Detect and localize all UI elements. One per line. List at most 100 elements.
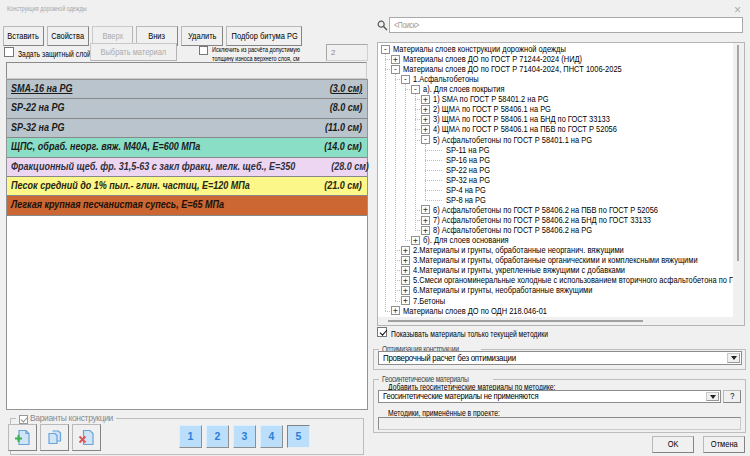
variant-button-2[interactable]: 2 [206, 425, 229, 448]
tree-item[interactable]: SP-8 на PG [446, 196, 486, 205]
tree-item[interactable]: Материалы слоев ДО по ГОСТ Р 71244-2024 … [403, 55, 582, 64]
tree-connector-stub [425, 190, 442, 191]
collapse-icon[interactable]: - [411, 85, 420, 94]
search-icon [377, 20, 388, 31]
show-current-methods-checkbox[interactable] [377, 327, 387, 337]
layer-thickness: (11.0 см) [325, 119, 362, 137]
tree-item[interactable]: 5.Смеси органоминеральные холодные с исп… [413, 276, 745, 285]
add-variant-button[interactable] [8, 424, 37, 451]
tree-item[interactable]: 5) Асфальтобетоны по ГОСТ Р 58401.1 на P… [433, 136, 592, 145]
variant-button-5[interactable]: 5 [287, 425, 310, 448]
geo-dropdown-icon[interactable] [706, 392, 719, 401]
layer-name: SP-32 на PG [11, 119, 64, 137]
collapse-icon[interactable]: - [391, 65, 400, 74]
tree-item[interactable]: 7) Асфальтобетоны по ГОСТ Р 58406.2 на Б… [433, 216, 651, 225]
layer-row[interactable]: ЩПС, обраб. неорг. вяж. М40А, Е=600 МПа(… [7, 138, 367, 157]
tree-item[interactable]: 2) ЩМА по ГОСТ Р 58406.1 на PG [433, 105, 551, 114]
variant-button-3[interactable]: 3 [233, 425, 256, 448]
tree-item[interactable]: 1.Асфальтобетоны [413, 75, 479, 84]
collapse-icon[interactable]: - [421, 135, 430, 144]
tree-item[interactable]: а). Для слоев покрытия [423, 85, 505, 94]
tree-connector-line [395, 74, 396, 301]
tree-item[interactable]: SP-11 на PG [446, 146, 489, 155]
tree-connector-stub [395, 79, 400, 80]
layer-row[interactable]: Песок средний до 1% пыл.- глин. частиц, … [7, 177, 367, 196]
expand-icon[interactable]: + [401, 296, 410, 305]
expand-icon[interactable]: + [391, 55, 400, 64]
expand-icon[interactable]: + [401, 286, 410, 295]
expand-icon[interactable]: + [421, 216, 430, 225]
expand-icon[interactable]: + [401, 246, 410, 255]
expand-icon[interactable]: + [421, 205, 430, 214]
layer-row[interactable]: Легкая крупная песчанистая супесь, Е=65 … [7, 196, 367, 215]
close-icon[interactable]: × [734, 3, 741, 17]
layer-name: Песок средний до 1% пыл.- глин. частиц, … [11, 177, 250, 195]
delete-variant-button[interactable] [72, 424, 101, 451]
variants-checkbox[interactable] [19, 415, 28, 424]
tree-item[interactable]: 6) Асфальтобетоны по ГОСТ Р 58406.2 на П… [433, 206, 658, 215]
expand-icon[interactable]: + [421, 95, 430, 104]
expand-icon[interactable]: + [421, 226, 430, 235]
tree-item[interactable]: SP-4 на PG [446, 186, 486, 195]
search-input[interactable]: <Поиск> [389, 17, 743, 33]
expand-icon[interactable]: + [401, 256, 410, 265]
optimization-dropdown-icon[interactable] [727, 353, 740, 363]
tree-hscrollbar[interactable] [378, 317, 733, 325]
collapse-icon[interactable]: - [381, 45, 390, 54]
tree-item[interactable]: 1) SMA по ГОСТ Р 58401.2 на PG [433, 95, 549, 104]
tree-item[interactable]: 4) ЩМА по ГОСТ Р 58406.1 на ПБВ по ГОСТ … [433, 125, 617, 134]
geo-methods-field[interactable] [378, 417, 741, 430]
select-material-button[interactable]: Выбрать материал [90, 43, 177, 61]
tree-item[interactable]: 4.Материалы и грунты, укрепленные вяжущи… [413, 266, 625, 275]
tree-connector-stub [415, 140, 420, 141]
variant-button-1[interactable]: 1 [179, 425, 202, 448]
copy-variant-button[interactable] [40, 424, 69, 451]
toolbar-button-2[interactable]: Свойства [47, 26, 89, 46]
expand-icon[interactable]: + [421, 105, 430, 114]
expand-icon[interactable]: + [401, 276, 410, 285]
expand-icon[interactable]: + [421, 115, 430, 124]
geo-help-button[interactable]: ? [723, 390, 741, 403]
layer-row[interactable]: SP-22 на PG(8.0 см) [7, 99, 367, 118]
tree-item[interactable]: SP-32 на PG [446, 176, 490, 185]
tree-item[interactable]: 8) Асфальтобетоны по ГОСТ Р 58406.2 на P… [433, 226, 592, 235]
tree-item[interactable]: 3) ЩМА по ГОСТ Р 58406.1 на БНД по ГОСТ … [433, 115, 610, 124]
toolbar-button-6[interactable]: Подбор битума PG [226, 26, 302, 46]
layer-row[interactable]: SMA-16 на PG(3.0 см) [7, 80, 367, 99]
layer-row[interactable]: SP-32 на PG (11.0 см) [7, 119, 367, 138]
tree-item[interactable]: 6.Материалы и грунты, необработанные вяж… [413, 286, 592, 295]
expand-icon[interactable]: + [411, 236, 420, 245]
tree-item[interactable]: Материалы слоев ДО по ГОСТ Р 71404-2024,… [403, 65, 622, 74]
expand-icon[interactable]: + [421, 125, 430, 134]
variant-button-4[interactable]: 4 [260, 425, 283, 448]
exclude-wear-checkbox[interactable] [199, 46, 208, 55]
materials-tree: -Материалы слоев конструкции дорожной од… [377, 42, 745, 326]
layer-row[interactable]: Фракционный щеб. фр. 31,5-63 с закл фрак… [7, 158, 367, 177]
tree-connector-stub [395, 280, 400, 281]
toolbar-button-5[interactable]: Удалить [181, 26, 223, 46]
tree-item[interactable]: 2.Материалы и грунты, обработанные неорг… [413, 246, 624, 255]
layer-thickness: (3.0 см) [329, 80, 362, 98]
toolbar-button-1[interactable]: Вставить [3, 26, 44, 46]
tree-item[interactable]: 3.Материалы и грунты, обработанные орган… [413, 256, 698, 265]
ok-button[interactable]: OK [652, 436, 694, 453]
tree-item[interactable]: Материалы слоев конструкции дорожной оде… [393, 45, 566, 54]
search-placeholder: <Поиск> [394, 18, 419, 32]
geo-combobox[interactable]: Геосинтетические материалы не применяютс… [378, 390, 721, 403]
cancel-button[interactable]: Отмена [703, 436, 745, 453]
protective-layer-checkbox[interactable] [4, 47, 14, 57]
tree-item[interactable]: б). Для слоев основания [423, 236, 509, 245]
tree-item[interactable]: 7.Бетоны [413, 297, 445, 306]
tree-item[interactable]: SP-22 на PG [446, 166, 490, 175]
show-current-methods-label: Показывать материалы только текущей мето… [391, 329, 548, 339]
tree-vscrollbar[interactable] [733, 43, 744, 325]
tree-item[interactable]: SP-16 на PG [446, 156, 490, 165]
optimization-combobox[interactable]: Проверочный расчет без оптимизации [378, 351, 742, 365]
tree-item[interactable]: Материалы слоев ДО по ОДН 218.046-01 [403, 307, 547, 316]
tree-connector-stub [415, 210, 420, 211]
collapse-icon[interactable]: - [401, 75, 410, 84]
expand-icon[interactable]: + [391, 306, 400, 315]
wear-thickness-input[interactable]: 2 [326, 44, 368, 61]
toolbar-button-label: Подбор битума PG [232, 27, 298, 45]
expand-icon[interactable]: + [401, 266, 410, 275]
